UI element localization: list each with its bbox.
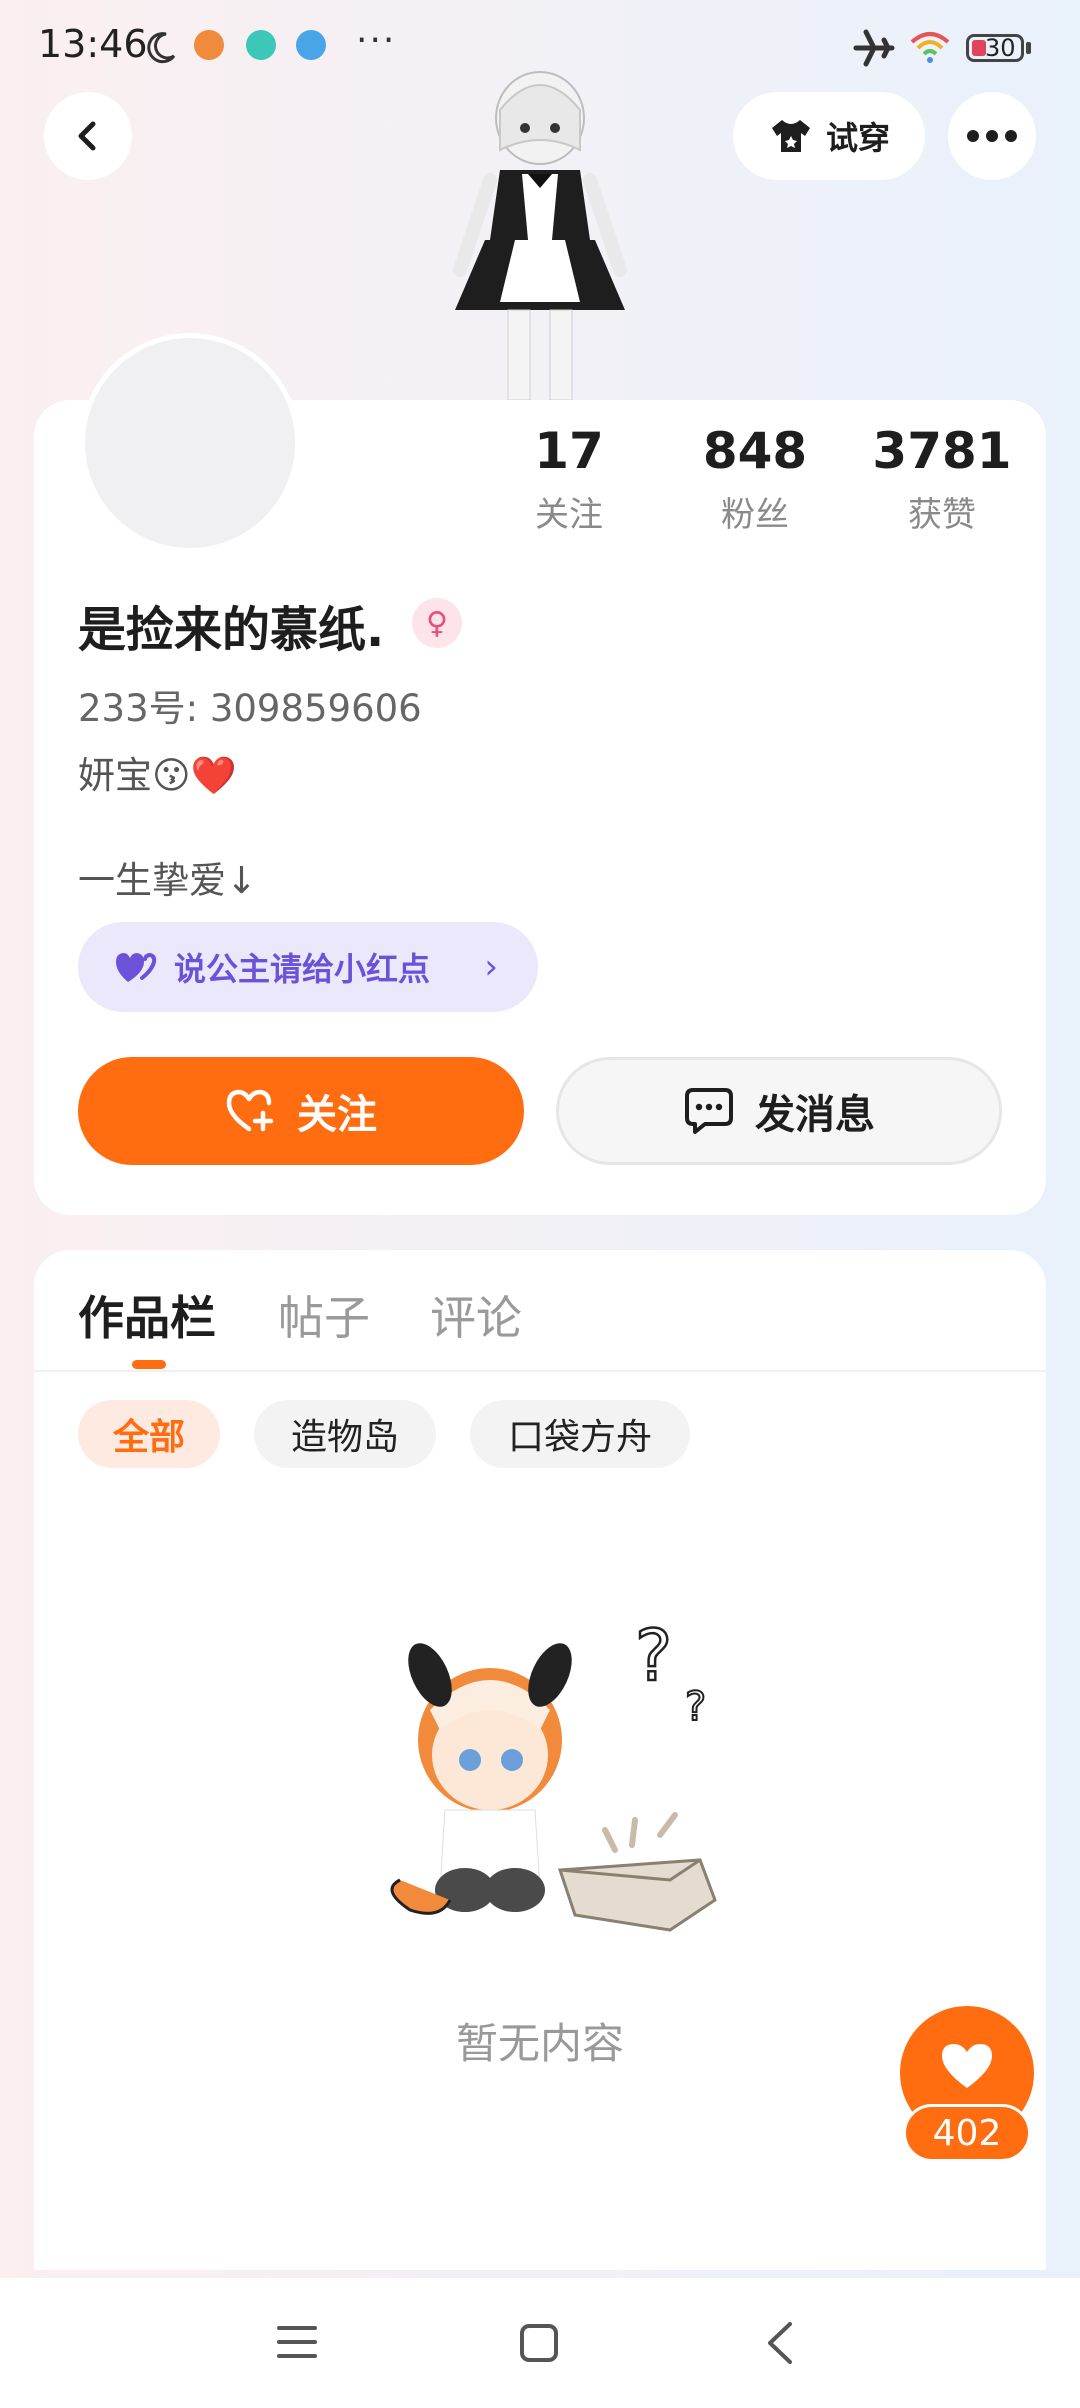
like-count: 402 [903,2104,1031,2162]
back-nav-icon[interactable] [762,2320,798,2366]
pill-label: 说公主请给小红点 [174,950,431,988]
heart-icon [942,2044,992,2088]
more-button[interactable] [948,92,1036,180]
tab-divider [34,1370,1046,1372]
chat-notification-icon [246,30,276,60]
battery-level [972,40,986,56]
shield-notification-icon [194,30,224,60]
heart-plus-icon [226,1089,274,1132]
airplane-icon [853,29,895,67]
chip-creation-island[interactable]: 造物岛 [254,1400,436,1468]
tab-indicator [132,1360,166,1369]
battery-tip [1026,42,1031,54]
more-dots-icon: ··· [356,20,397,61]
female-icon: ♀ [412,598,462,648]
fans-label: 粉丝 [721,494,789,535]
status-time: 13:46 [38,22,148,66]
try-on-label: 试穿 [825,119,890,157]
avatar[interactable] [80,333,300,553]
back-button[interactable] [44,92,132,180]
battery-indicator: 30 [966,34,1024,62]
moon-icon [147,32,176,64]
avatar-character-image [453,71,627,401]
system-nav-bar [0,2278,1080,2408]
more-icon [967,130,1017,142]
svg-text:?: ? [635,1615,672,1697]
message-label: 发消息 [755,1092,875,1138]
signature-line-2: 一生挚爱↓ [78,859,258,902]
battery-text: 30 [985,34,1016,62]
tab-posts[interactable]: 帖子 [278,1282,370,1348]
svg-text:?: ? [685,1684,706,1730]
wifi-icon [910,32,950,63]
following-count: 17 [534,422,604,480]
menu-icon[interactable] [276,2322,318,2362]
chevron-right-icon: › [484,947,498,987]
app-notification-icon [296,30,326,60]
fans-count: 848 [702,422,808,480]
empty-state-illustration: ? ? [390,1614,717,1932]
stat-fans[interactable]: 848 粉丝 [675,422,835,536]
chevron-left-icon [78,121,96,151]
stat-following[interactable]: 17 关注 [489,422,649,536]
tab-works[interactable]: 作品栏 [78,1282,216,1348]
following-label: 关注 [535,494,603,535]
follow-button[interactable]: 关注 [78,1057,524,1165]
signature-line-1: 妍宝😗❤️ [78,754,237,797]
linked-profile-pill[interactable]: 说公主请给小红点 › [78,922,538,1012]
chip-pocket-ark[interactable]: 口袋方舟 [470,1400,690,1468]
likes-received-label: 获赞 [908,494,976,535]
chip-all[interactable]: 全部 [78,1400,220,1468]
stat-likes[interactable]: 3781 获赞 [862,422,1022,536]
chat-bubble-icon [685,1088,733,1134]
follow-label: 关注 [297,1092,377,1138]
tab-comments[interactable]: 评论 [430,1282,522,1348]
double-heart-icon [116,952,157,982]
send-message-button[interactable]: 发消息 [556,1057,1002,1165]
user-id: 233号: 309859606 [78,687,422,730]
home-icon[interactable] [518,2322,560,2364]
likes-received-count: 3781 [872,422,1012,480]
try-on-button[interactable]: 试穿 [733,92,925,180]
shirt-icon [771,120,810,152]
username: 是捡来的慕纸. [78,602,385,658]
